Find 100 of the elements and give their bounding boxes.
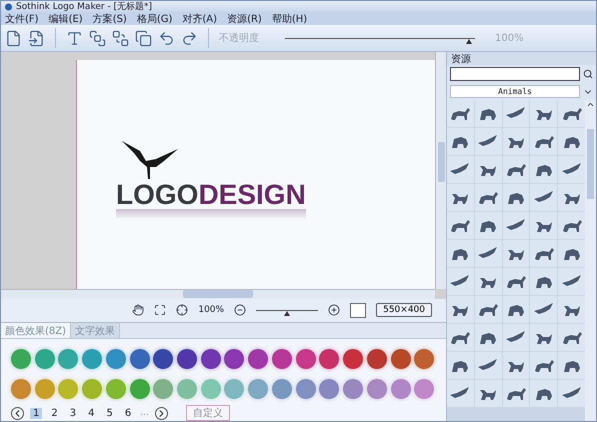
animal-icon[interactable] — [532, 245, 555, 262]
search-icon[interactable] — [583, 69, 593, 79]
color-swatch[interactable] — [366, 349, 387, 369]
color-swatch[interactable] — [130, 349, 150, 369]
animal-icon[interactable] — [477, 189, 500, 206]
slider-thumb[interactable] — [466, 38, 472, 44]
animal-icon[interactable] — [532, 133, 555, 150]
copy-icon[interactable] — [135, 30, 152, 46]
menu-item[interactable]: 方案(S) — [92, 12, 127, 26]
color-swatch[interactable] — [82, 349, 102, 369]
scrollbar-thumb[interactable] — [587, 129, 594, 199]
menu-item[interactable]: 格局(G) — [136, 12, 172, 26]
fit-icon[interactable] — [154, 304, 166, 316]
bird-drawing — [120, 139, 180, 182]
page-number[interactable]: 1 — [30, 408, 42, 418]
send-back-icon[interactable] — [112, 30, 129, 46]
color-swatch[interactable] — [319, 349, 340, 369]
color-swatch[interactable] — [200, 349, 221, 369]
scroll-up-icon[interactable] — [586, 100, 595, 109]
color-swatch[interactable] — [272, 349, 292, 369]
canvas-size-button[interactable]: 550×400 — [376, 303, 432, 318]
color-swatch[interactable] — [153, 379, 174, 399]
color-swatch[interactable] — [106, 349, 126, 369]
animal-icon[interactable] — [560, 329, 583, 346]
background-color-swatch[interactable] — [350, 302, 366, 318]
color-swatch[interactable] — [343, 349, 364, 369]
logo-text: LOGODESIGN — [116, 181, 306, 210]
next-page-icon[interactable] — [154, 406, 168, 420]
animal-icon[interactable] — [504, 273, 527, 290]
color-swatch[interactable] — [177, 379, 198, 399]
color-swatch[interactable] — [272, 379, 292, 399]
scrollbar-thumb[interactable] — [438, 142, 444, 182]
page-number[interactable]: 3 — [66, 408, 80, 418]
color-swatch[interactable] — [319, 379, 340, 399]
horizontal-scrollbar[interactable] — [1, 288, 435, 299]
category-dropdown[interactable]: Animals — [450, 85, 580, 98]
zoom-in-icon[interactable] — [328, 304, 340, 316]
animal-icon[interactable] — [449, 329, 472, 346]
color-swatch[interactable] — [366, 379, 387, 399]
color-swatch[interactable] — [106, 379, 126, 399]
hand-icon[interactable] — [132, 304, 144, 316]
animal-icon[interactable] — [532, 357, 555, 374]
color-swatch[interactable] — [224, 349, 244, 369]
redo-icon[interactable] — [181, 30, 198, 46]
page-number[interactable]: 2 — [48, 408, 61, 418]
menu-item[interactable]: 文件(F) — [5, 12, 39, 26]
window-title: Sothink Logo Maker - [无标题*] — [16, 0, 152, 13]
import-icon[interactable] — [28, 30, 45, 46]
color-swatch[interactable] — [11, 349, 31, 369]
vertical-scrollbar[interactable] — [435, 52, 446, 289]
bring-front-icon[interactable] — [89, 30, 106, 46]
vertical-scrollbar[interactable] — [585, 100, 596, 421]
page-number[interactable]: 4 — [85, 408, 98, 418]
app-logo-icon — [4, 2, 13, 10]
menu-item[interactable]: 资源(R) — [227, 12, 262, 26]
color-swatch[interactable] — [58, 349, 78, 369]
menu-item[interactable]: 编辑(E) — [48, 12, 83, 26]
page-number[interactable]: 6 — [122, 408, 134, 418]
slider-thumb[interactable] — [284, 310, 290, 316]
animal-icon[interactable] — [449, 105, 472, 122]
menu-item[interactable]: 对齐(A) — [182, 12, 218, 26]
animal-icon[interactable] — [449, 217, 472, 234]
text-icon[interactable] — [66, 30, 83, 46]
zoom-out-icon[interactable] — [234, 304, 246, 316]
color-swatch[interactable] — [296, 349, 316, 369]
color-swatch[interactable] — [343, 379, 364, 399]
search-field[interactable] — [450, 67, 580, 81]
color-swatch[interactable] — [177, 349, 198, 369]
animal-icon[interactable] — [504, 161, 527, 178]
color-swatch[interactable] — [130, 379, 150, 399]
ellipsis: ... — [140, 408, 149, 418]
crosshair-icon[interactable] — [176, 304, 188, 316]
color-swatch[interactable] — [248, 379, 268, 399]
color-swatch[interactable] — [11, 379, 31, 399]
opacity-label: 不透明度 — [219, 32, 259, 45]
scrollbar-thumb[interactable] — [183, 290, 253, 298]
color-swatch[interactable] — [34, 349, 55, 369]
color-swatch[interactable] — [414, 379, 434, 399]
page-number[interactable]: 5 — [104, 408, 116, 418]
document-icon[interactable] — [5, 30, 22, 46]
color-swatch[interactable] — [153, 349, 174, 369]
previous-page-icon[interactable] — [11, 406, 24, 420]
menu-item[interactable]: 帮助(H) — [272, 12, 308, 26]
zoom-reading: 100% — [198, 305, 224, 316]
color-swatch[interactable] — [200, 379, 221, 399]
color-swatch[interactable] — [224, 379, 244, 399]
color-swatch[interactable] — [390, 379, 411, 399]
animal-icon[interactable] — [504, 385, 527, 402]
animal-icon[interactable] — [560, 217, 583, 234]
panel-title: 资源 — [451, 52, 471, 66]
color-swatch[interactable] — [34, 379, 55, 399]
color-swatch[interactable] — [58, 379, 78, 399]
color-swatch[interactable] — [248, 349, 268, 369]
color-swatch[interactable] — [82, 379, 102, 399]
color-swatch[interactable] — [296, 379, 316, 399]
animal-icon[interactable] — [560, 105, 583, 122]
color-swatch[interactable] — [390, 349, 411, 369]
animal-icon[interactable] — [477, 301, 500, 318]
undo-icon[interactable] — [158, 30, 175, 46]
color-swatch[interactable] — [414, 349, 434, 369]
